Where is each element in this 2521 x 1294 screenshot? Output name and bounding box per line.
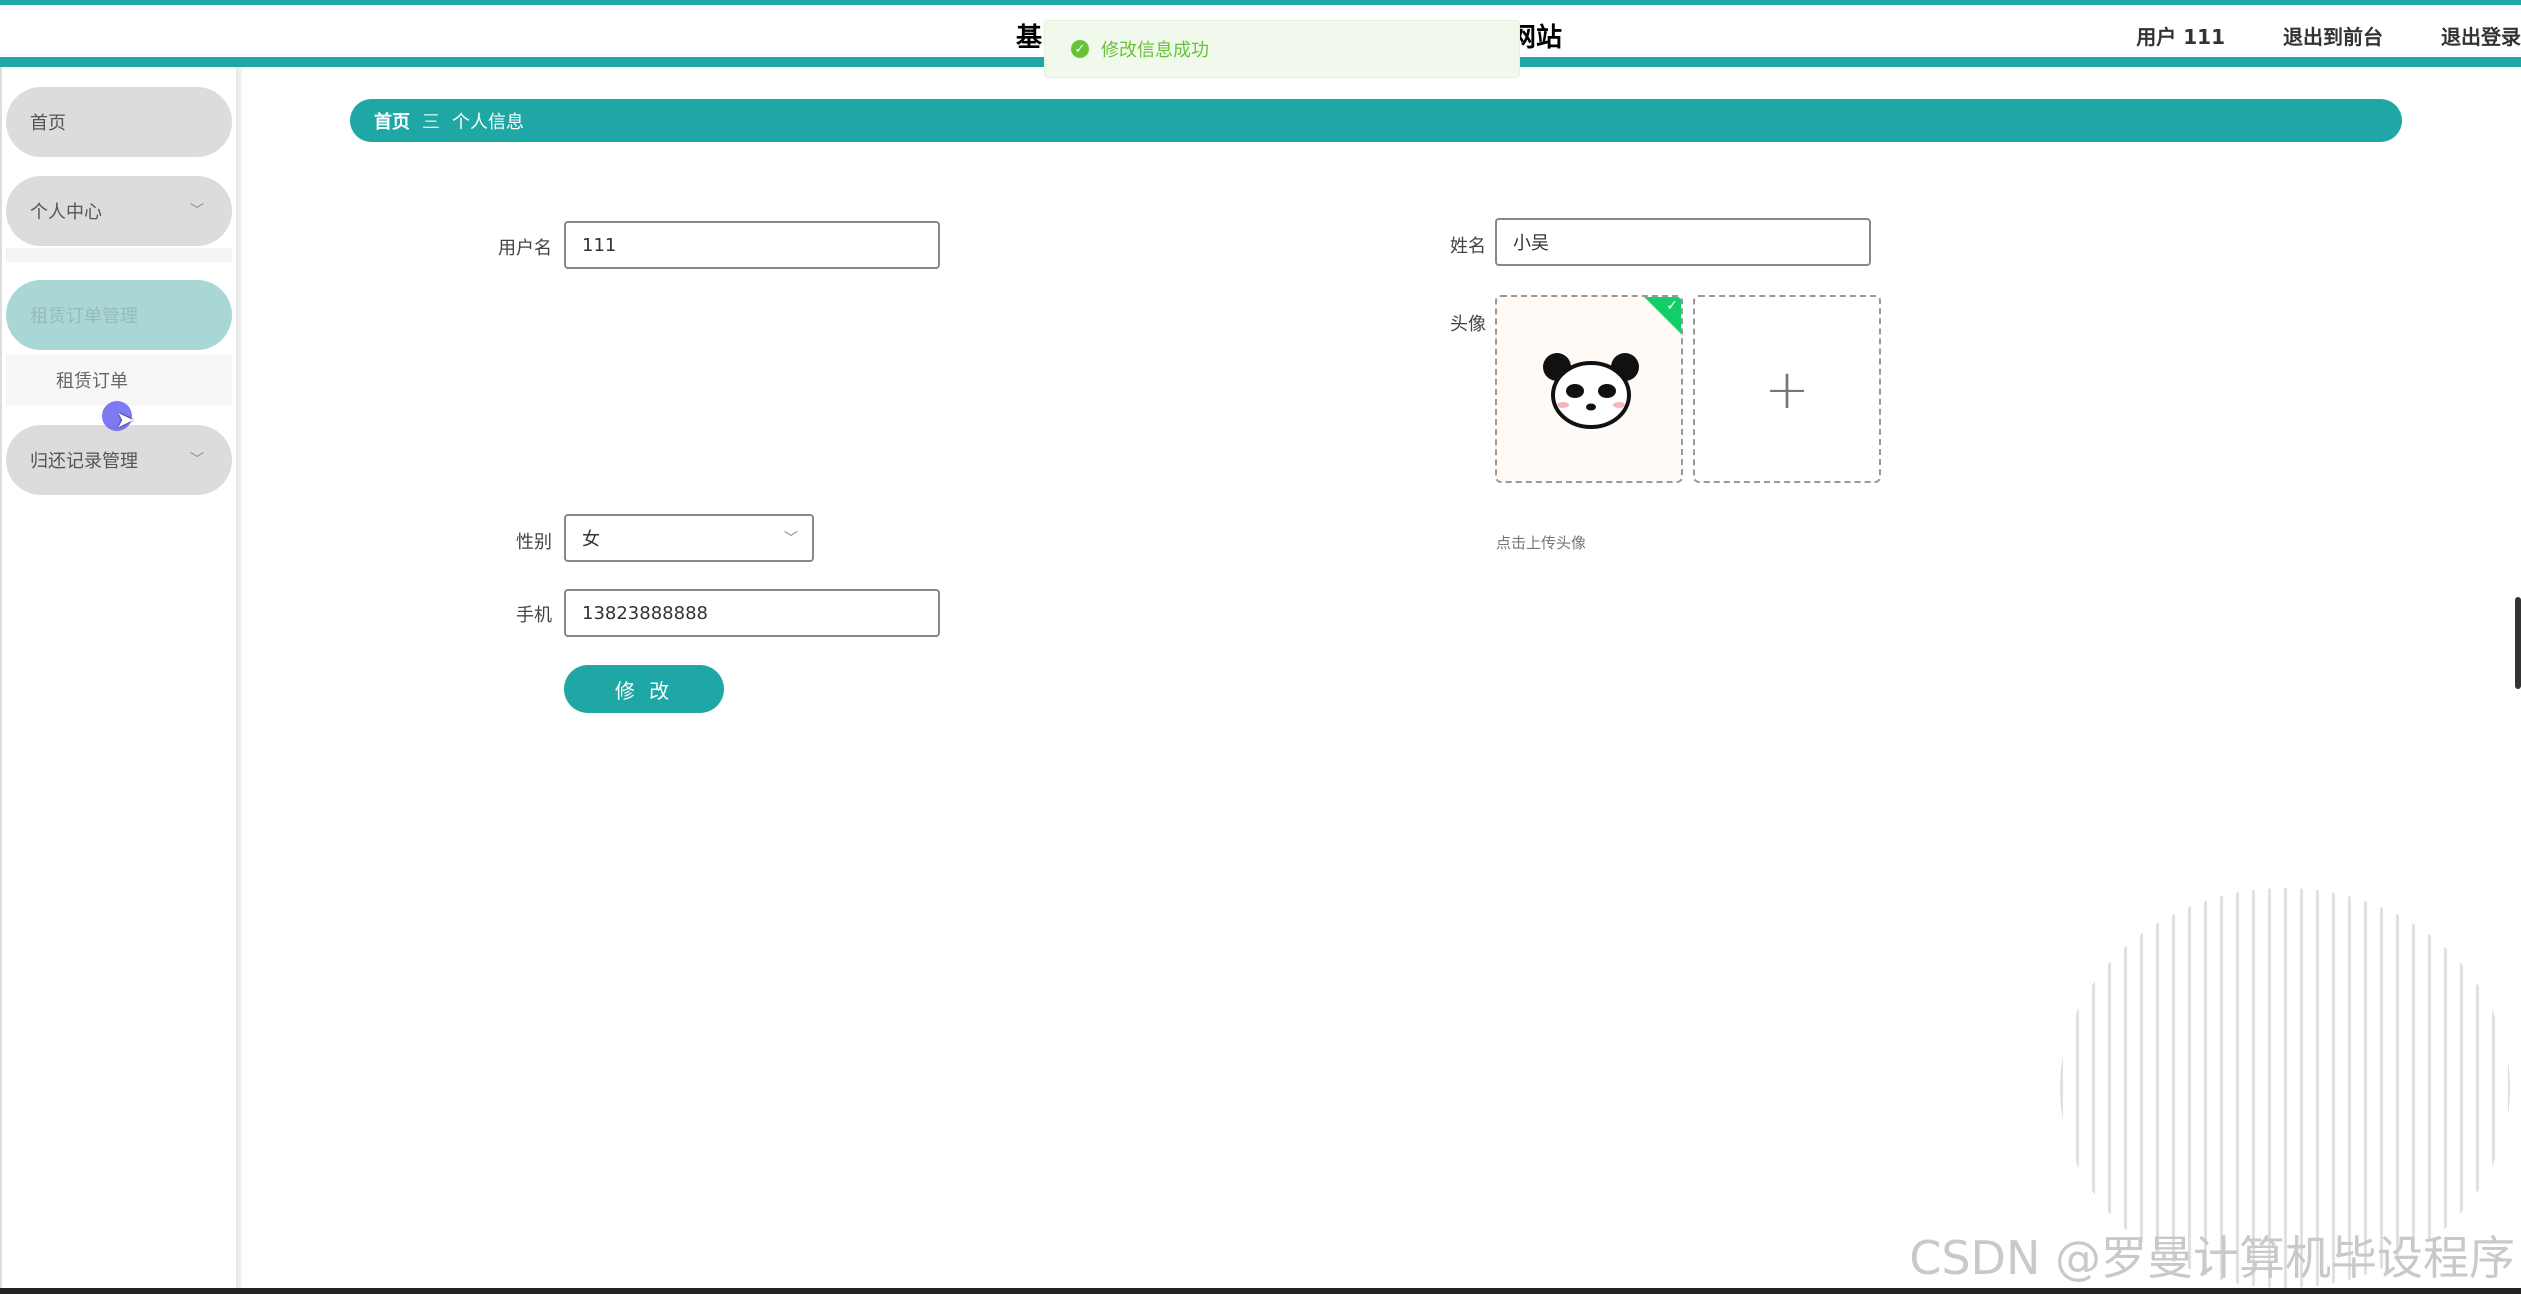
sidebar-item-label: 个人中心: [30, 202, 102, 223]
sidebar-item-home[interactable]: 首页: [6, 87, 232, 157]
name-input[interactable]: 小吴: [1495, 218, 1871, 266]
gender-select[interactable]: 女 ﹀: [564, 514, 814, 562]
toast-message: 修改信息成功: [1101, 40, 1209, 61]
phone-label: 手机: [516, 605, 552, 626]
user-label: 用户 111: [2136, 25, 2225, 49]
sidebar-item-label: 租赁订单管理: [30, 306, 138, 327]
username-input[interactable]: 111: [564, 221, 940, 269]
chevron-down-icon: ﹀: [190, 203, 204, 219]
success-toast: ✓ 修改信息成功: [1044, 20, 1520, 78]
chevron-down-icon: ﹀: [190, 452, 204, 468]
gender-label: 性别: [516, 532, 552, 553]
sidebar-subitem-label: 租赁订单: [56, 371, 128, 392]
chevron-down-icon: ﹀: [784, 531, 798, 547]
phone-input[interactable]: 13823888888: [564, 589, 940, 637]
sidebar-divider: [236, 67, 242, 1294]
logout-link[interactable]: 退出登录: [2441, 21, 2521, 50]
name-value: 小吴: [1513, 233, 1549, 254]
upload-tip: 点击上传头像: [1496, 534, 1587, 552]
sidebar-item-label: 首页: [30, 113, 66, 134]
sidebar-item-personal-center[interactable]: 个人中心 ﹀: [6, 176, 232, 246]
breadcrumb-current: 个人信息: [452, 111, 524, 133]
check-icon: ✓: [1666, 298, 1678, 314]
panda-avatar-image: [1543, 353, 1639, 429]
sidebar-subitem-rental-order[interactable]: 租赁订单: [6, 354, 232, 406]
avatar-upload-button[interactable]: +: [1693, 295, 1881, 483]
scrollbar-thumb[interactable]: [2515, 597, 2521, 689]
page: 基 网站 用户 111 退出到前台 退出登录 ✓ 修改信息成功 首页 个人中心 …: [0, 0, 2521, 1294]
mouse-cursor-icon: ➤: [116, 408, 135, 433]
gender-value: 女: [582, 529, 600, 550]
header-links: 用户 111 退出到前台 退出登录: [2136, 21, 2521, 50]
watermark: CSDN @罗曼计算机毕设程序: [1909, 1231, 2515, 1285]
phone-value: 13823888888: [582, 602, 708, 624]
avatar-label: 头像: [1450, 314, 1486, 335]
username-label: 用户名: [498, 238, 552, 259]
submit-button[interactable]: 修 改: [564, 665, 724, 713]
plus-icon: +: [1764, 357, 1810, 421]
submenu-spacer: [6, 248, 232, 262]
site-title-left: 基: [1016, 23, 1043, 53]
bottom-border: [0, 1288, 2521, 1294]
sidebar-item-label: 归还记录管理: [30, 451, 138, 472]
sidebar-item-return-record-management[interactable]: 归还记录管理 ﹀: [6, 425, 232, 495]
breadcrumb: 首页 三 个人信息: [350, 99, 2402, 142]
name-label: 姓名: [1450, 236, 1486, 257]
breadcrumb-home[interactable]: 首页: [374, 108, 410, 134]
username-value: 111: [582, 234, 617, 256]
sidebar-item-rental-order-management[interactable]: 租赁订单管理 ︿: [6, 280, 232, 350]
check-circle-icon: ✓: [1071, 40, 1089, 58]
avatar-preview[interactable]: ✓: [1495, 295, 1683, 483]
chevron-up-icon: ︿: [190, 307, 204, 323]
breadcrumb-separator: 三: [422, 111, 440, 133]
back-to-front-link[interactable]: 退出到前台: [2283, 21, 2383, 50]
